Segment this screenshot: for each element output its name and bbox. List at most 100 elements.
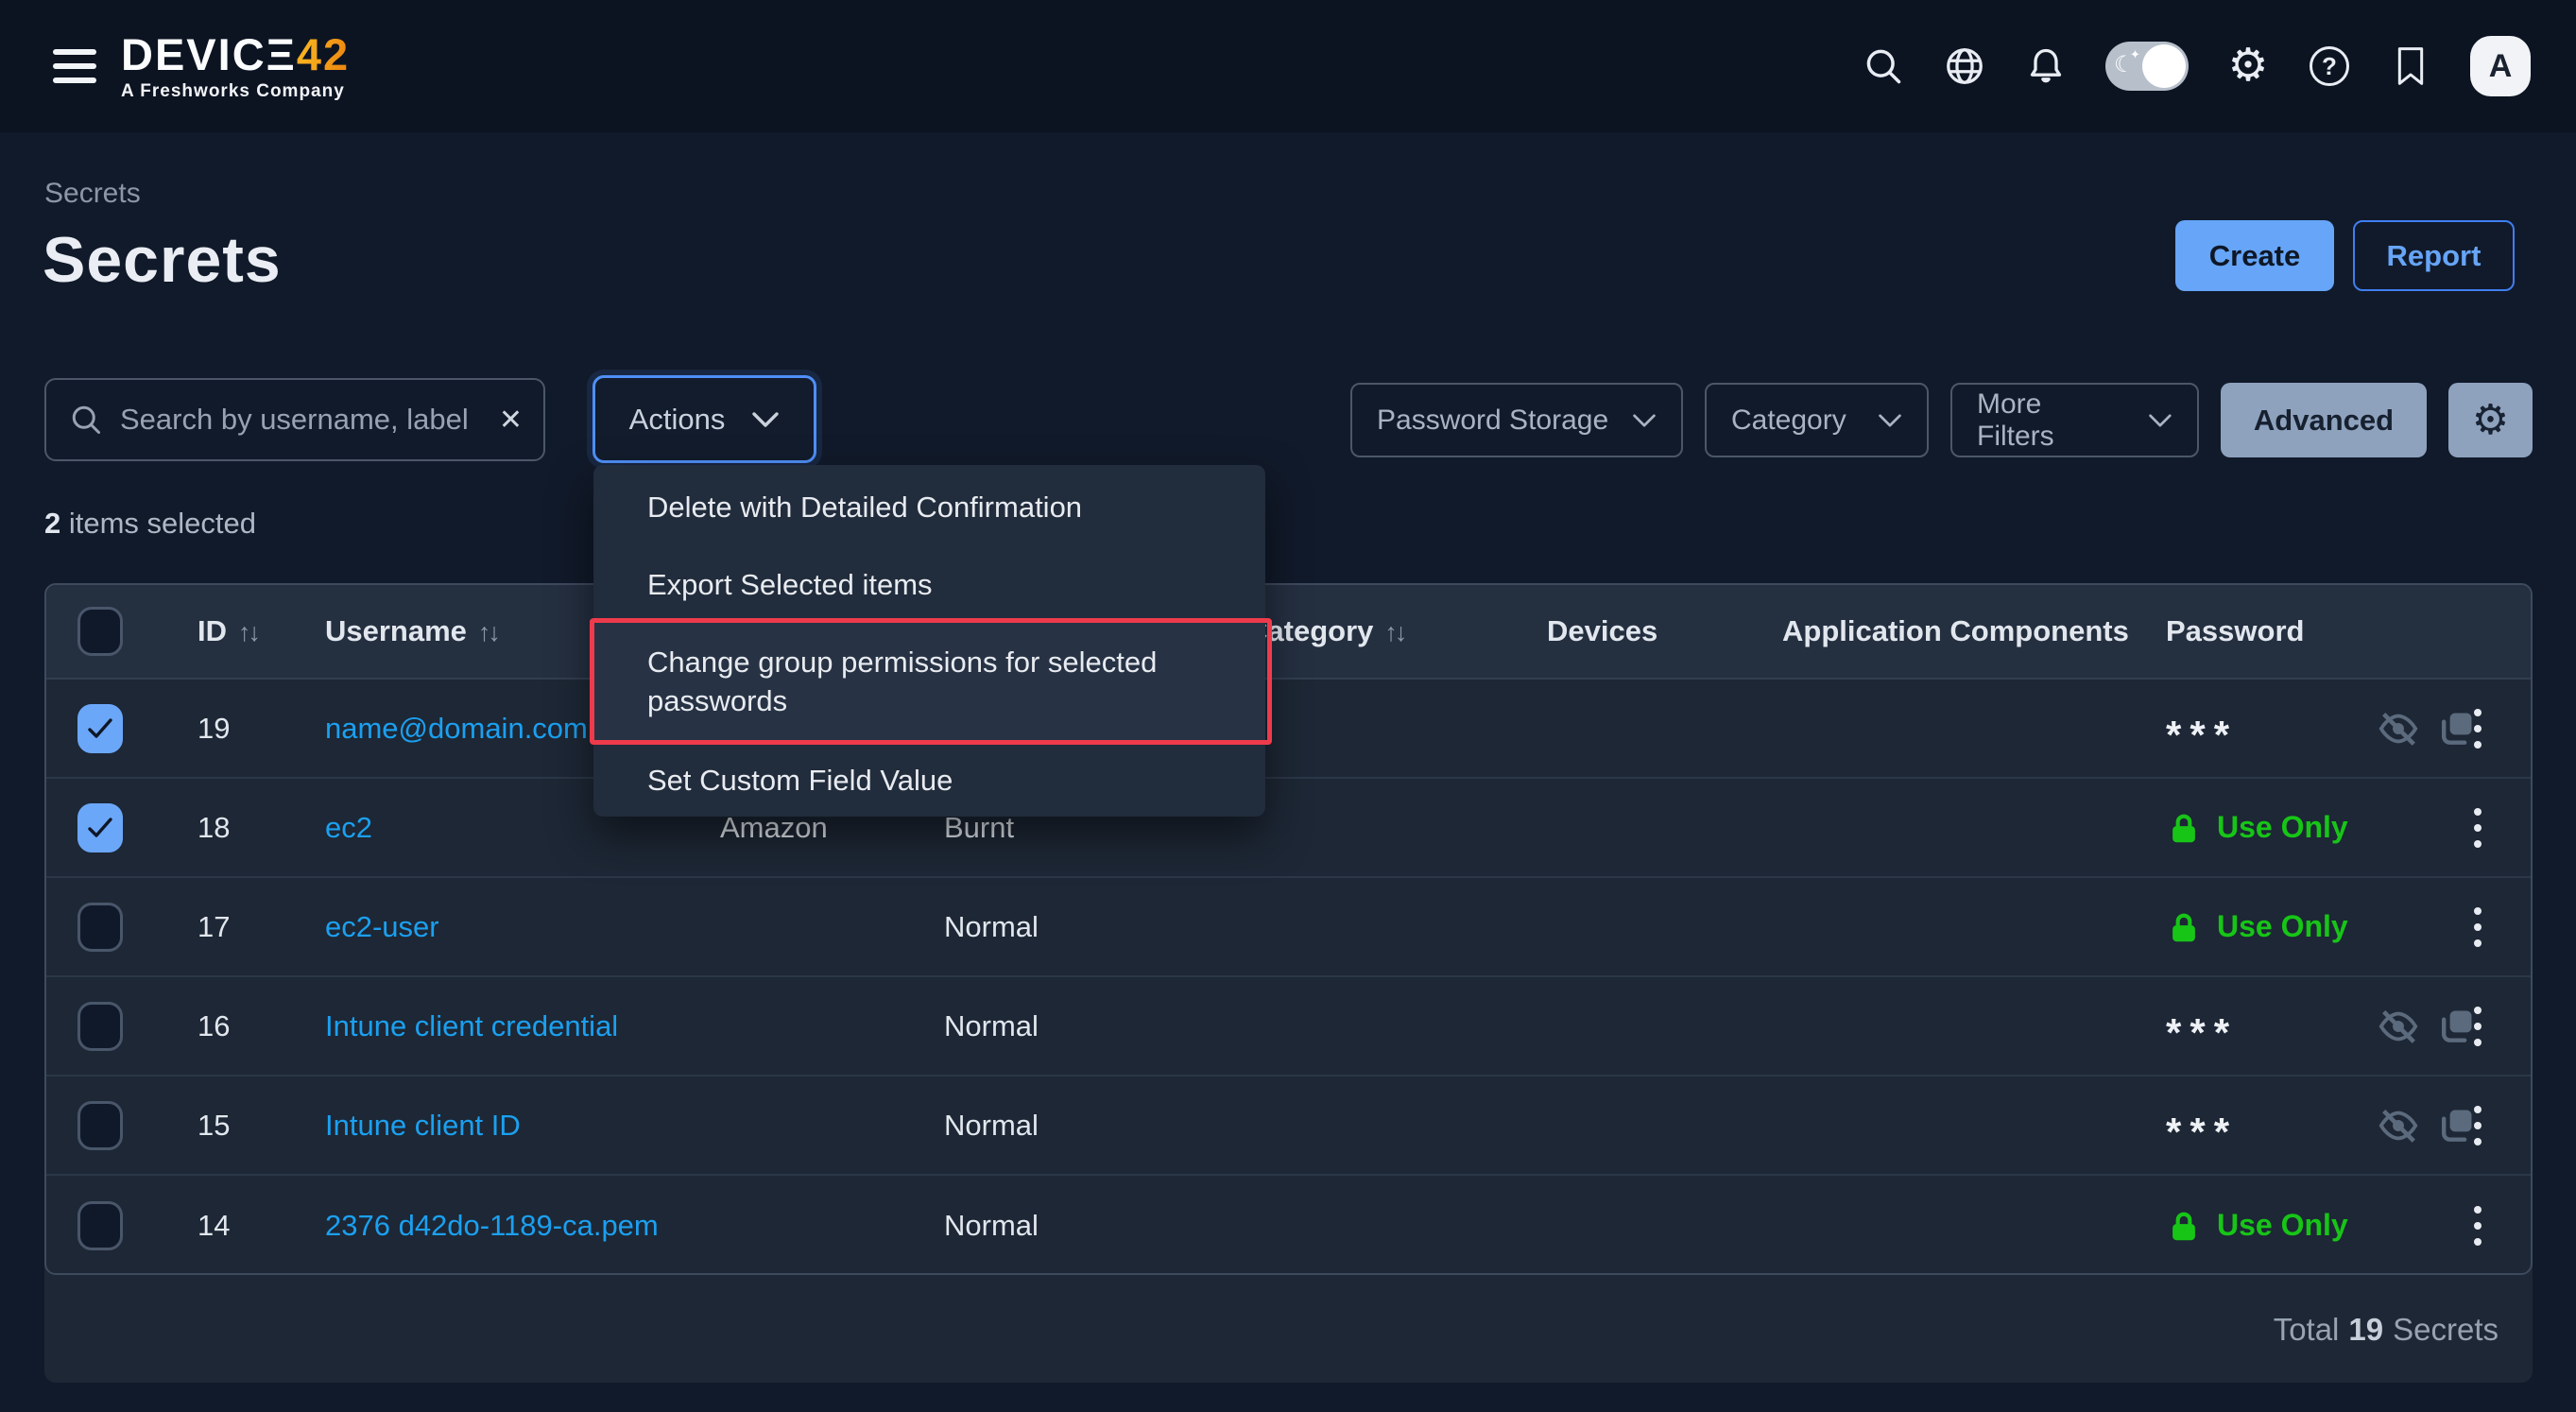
column-header-application-components: Application Components: [1738, 614, 2121, 648]
row-kebab-menu[interactable]: [2470, 1003, 2485, 1050]
category-filter[interactable]: Category: [1705, 383, 1929, 457]
search-input-icon: [69, 403, 103, 437]
actions-dropdown-button[interactable]: Actions: [592, 375, 816, 463]
search-input[interactable]: [120, 403, 482, 437]
secrets-table-card: ID↑↓Username↑↓Category↑↓DevicesApplicati…: [44, 583, 2533, 1383]
advanced-button[interactable]: Advanced: [2221, 383, 2427, 457]
logo-subtitle: A Freshworks Company: [121, 81, 350, 102]
theme-toggle[interactable]: ☾ ✦: [2105, 42, 2189, 91]
masked-password: ***: [2166, 713, 2238, 758]
device42-logo[interactable]: DEVICΞ42 A Freshworks Company: [121, 31, 350, 102]
secrets-page: DEVICΞ42 A Freshworks Company ☾ ✦ ⚙ ?: [0, 0, 2576, 1412]
category-value: Normal: [900, 910, 1202, 944]
chevron-down-icon: [751, 411, 780, 428]
row-checkbox[interactable]: [77, 903, 123, 952]
menu-item-export-selected-items[interactable]: Export Selected items: [593, 548, 1265, 620]
check-icon: [86, 717, 114, 740]
password-cell: ***: [2121, 1076, 2531, 1174]
table-settings-gear-button[interactable]: ⚙: [2448, 383, 2533, 457]
check-icon: [86, 817, 114, 839]
help-icon[interactable]: ?: [2308, 44, 2351, 88]
row-kebab-menu[interactable]: [2470, 1102, 2485, 1149]
row-checkbox[interactable]: [77, 1201, 123, 1250]
password-storage-filter[interactable]: Password Storage: [1350, 383, 1683, 457]
breadcrumb[interactable]: Secrets: [44, 178, 141, 210]
more-filters-dropdown[interactable]: More Filters: [1950, 383, 2199, 457]
table-body: 19name@domain.com***18ec2AmazonBurntUse …: [46, 680, 2531, 1275]
filter-bar: Password Storage Category More Filters A…: [1350, 383, 2533, 457]
username-link[interactable]: ec2: [325, 811, 372, 844]
row-id: 16: [153, 1009, 281, 1043]
chevron-down-icon: [2148, 413, 2172, 428]
category-value: Normal: [900, 1209, 1202, 1243]
create-button[interactable]: Create: [2175, 220, 2334, 291]
row-kebab-menu[interactable]: [2470, 705, 2485, 752]
row-id: 14: [153, 1209, 281, 1243]
username-link[interactable]: Intune client credential: [325, 1009, 618, 1042]
password-cell: Use Only: [2121, 878, 2531, 975]
row-id: 18: [153, 811, 281, 845]
row-checkbox[interactable]: [77, 1101, 123, 1150]
menu-item-set-custom-field[interactable]: Set Custom Field Value: [593, 743, 1265, 817]
table-row: 19 name@domain.com ***: [46, 680, 2531, 779]
column-header-devices: Devices: [1503, 614, 1738, 648]
username-link[interactable]: 2376 d42do-1189-ca.pem: [325, 1209, 659, 1242]
logo-text: DEVICΞ42: [121, 31, 350, 78]
table-row: 16 Intune client credential Normal ***: [46, 977, 2531, 1076]
eye-off-icon[interactable]: [2377, 1005, 2420, 1048]
eye-off-icon[interactable]: [2377, 707, 2420, 750]
clear-search-icon[interactable]: ✕: [499, 404, 523, 437]
use-only-badge: Use Only: [2166, 1208, 2348, 1244]
table-row: 17 ec2-user Normal Use Only: [46, 878, 2531, 977]
table-header-row: ID↑↓Username↑↓Category↑↓DevicesApplicati…: [46, 585, 2531, 680]
sparkle-icon: ✦: [2130, 47, 2140, 62]
search-box[interactable]: ✕: [44, 378, 545, 461]
report-button[interactable]: Report: [2353, 220, 2515, 291]
selection-status: 2 items selected: [44, 507, 256, 541]
table-footer: Total19Secrets: [44, 1277, 2533, 1383]
row-id: 15: [153, 1109, 281, 1143]
username-link[interactable]: name@domain.com: [325, 712, 588, 745]
column-header-password: Password: [2121, 614, 2531, 648]
username-link[interactable]: ec2-user: [325, 910, 439, 943]
category-value: Normal: [900, 1109, 1202, 1143]
sort-icon[interactable]: ↑↓: [1384, 618, 1404, 646]
page-title: Secrets: [43, 223, 282, 297]
use-only-badge: Use Only: [2166, 810, 2348, 846]
eye-off-icon[interactable]: [2377, 1104, 2420, 1147]
lock-icon: [2166, 909, 2202, 945]
sort-icon[interactable]: ↑↓: [238, 618, 258, 646]
bookmark-icon[interactable]: [2389, 44, 2432, 88]
globe-icon[interactable]: [1943, 44, 1986, 88]
password-cell: ***: [2121, 680, 2531, 777]
sort-icon[interactable]: ↑↓: [478, 618, 498, 646]
column-header-id[interactable]: ID↑↓: [153, 614, 281, 648]
actions-dropdown-menu: Delete with Detailed ConfirmationExport …: [593, 465, 1265, 817]
search-icon[interactable]: [1862, 44, 1905, 88]
chevron-down-icon: [1878, 413, 1902, 428]
row-checkbox[interactable]: [77, 704, 123, 753]
masked-password: ***: [2166, 1010, 2238, 1056]
select-all-checkbox[interactable]: [77, 607, 123, 656]
row-kebab-menu[interactable]: [2470, 804, 2485, 852]
row-checkbox[interactable]: [77, 1002, 123, 1051]
topbar-actions: ☾ ✦ ⚙ ? A: [1862, 36, 2531, 96]
row-kebab-menu[interactable]: [2470, 904, 2485, 951]
notifications-bell-icon[interactable]: [2024, 44, 2068, 88]
menu-item-change-group-permissions[interactable]: Change group permissions for selected pa…: [593, 620, 1265, 743]
row-checkbox[interactable]: [77, 803, 123, 852]
category-value: Normal: [900, 1009, 1202, 1043]
row-id: 17: [153, 910, 281, 944]
menu-item-delete-with-detailed[interactable]: Delete with Detailed Confirmation: [593, 465, 1265, 548]
table-row: 15 Intune client ID Normal ***: [46, 1076, 2531, 1176]
row-id: 19: [153, 712, 281, 746]
use-only-badge: Use Only: [2166, 909, 2348, 945]
hamburger-menu-icon[interactable]: [53, 49, 96, 83]
settings-gear-icon[interactable]: ⚙: [2226, 44, 2270, 88]
toggle-knob: [2142, 44, 2186, 88]
row-kebab-menu[interactable]: [2470, 1202, 2485, 1249]
table-row: 18ec2AmazonBurntUse Only: [46, 779, 2531, 878]
user-avatar[interactable]: A: [2470, 36, 2531, 96]
username-link[interactable]: Intune client ID: [325, 1109, 521, 1142]
masked-password: ***: [2166, 1110, 2238, 1155]
